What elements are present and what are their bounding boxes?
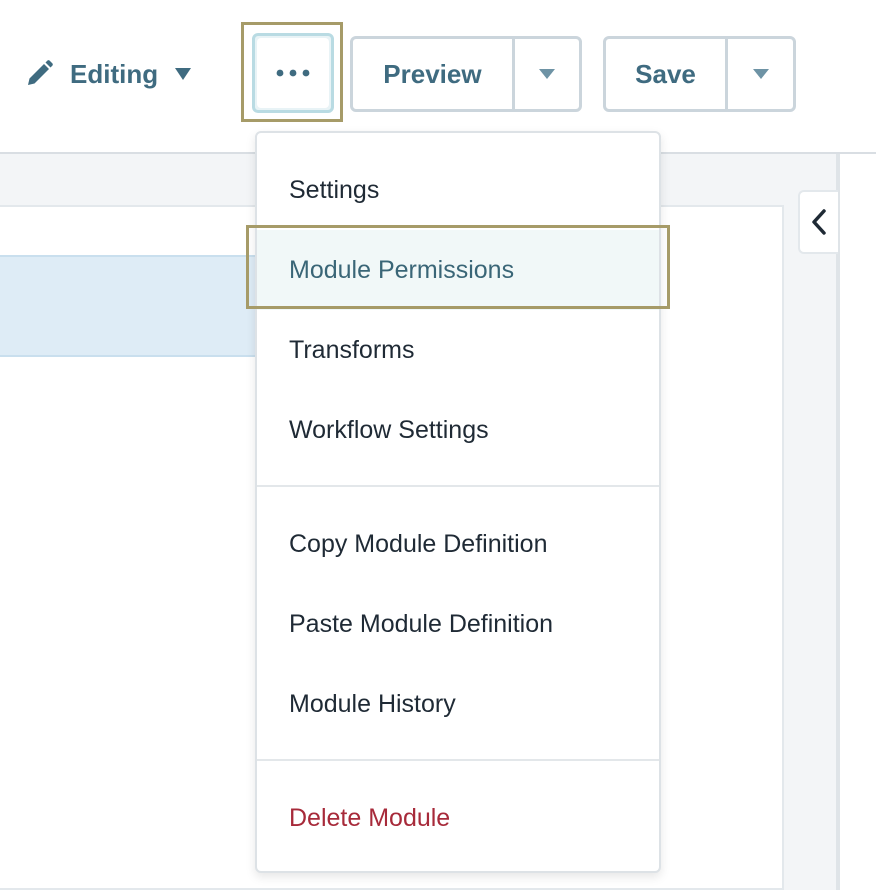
menu-item-module-history[interactable]: Module History: [257, 664, 659, 744]
sidebar-scrollbar[interactable]: [836, 154, 840, 890]
menu-item-delete-module[interactable]: Delete Module: [257, 778, 659, 858]
preview-split-button: Preview: [350, 36, 582, 112]
selected-row[interactable]: [0, 255, 260, 357]
menu-item-paste-module-definition[interactable]: Paste Module Definition: [257, 584, 659, 664]
caret-down-icon: [752, 69, 769, 79]
menu-item-settings[interactable]: Settings: [257, 150, 659, 230]
preview-button[interactable]: Preview: [353, 39, 515, 109]
editing-label: Editing: [70, 58, 159, 89]
ellipsis-icon: [276, 69, 310, 77]
preview-dropdown-button[interactable]: [515, 39, 579, 109]
menu-item-copy-module-definition[interactable]: Copy Module Definition: [257, 504, 659, 584]
caret-down-icon: [175, 68, 192, 80]
save-split-button: Save: [603, 36, 796, 112]
more-options-menu: Settings Module Permissions Transforms W…: [255, 131, 661, 873]
more-options-inner: [257, 38, 329, 108]
right-sidebar: [836, 154, 876, 890]
pencil-icon: [28, 60, 53, 85]
caret-down-icon: [538, 69, 555, 79]
collapse-sidebar-button[interactable]: [798, 190, 838, 254]
menu-divider: [257, 759, 659, 761]
editing-mode-dropdown[interactable]: Editing: [24, 54, 192, 94]
menu-item-workflow-settings[interactable]: Workflow Settings: [257, 390, 659, 470]
page: Editing Preview Save Settings Module Per…: [0, 0, 876, 890]
more-options-button[interactable]: [252, 33, 334, 113]
save-button[interactable]: Save: [606, 39, 729, 109]
menu-item-transforms[interactable]: Transforms: [257, 310, 659, 390]
menu-divider: [257, 485, 659, 487]
save-dropdown-button[interactable]: [728, 39, 793, 109]
chevron-left-icon: [812, 209, 826, 235]
menu-item-module-permissions[interactable]: Module Permissions: [257, 230, 659, 310]
